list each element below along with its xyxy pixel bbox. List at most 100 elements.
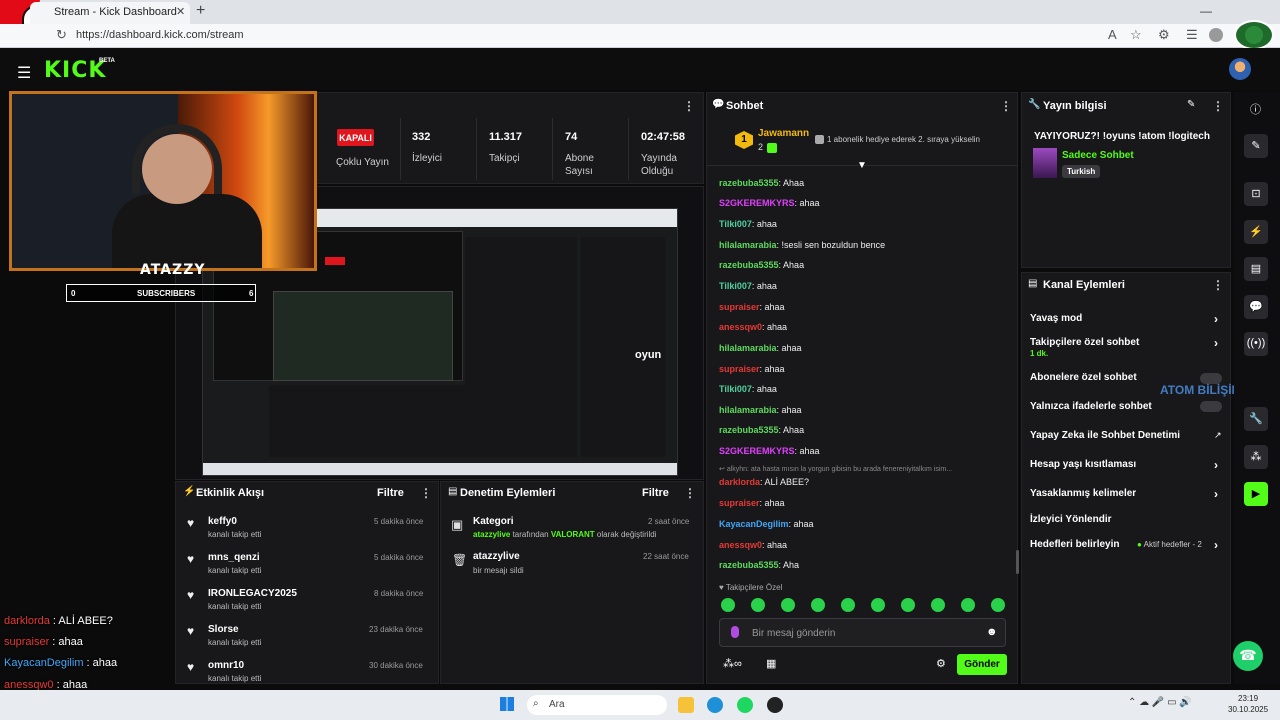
new-tab-icon[interactable]: + [196, 2, 205, 20]
files-icon[interactable] [678, 697, 694, 713]
minimize-icon[interactable]: — [1200, 4, 1212, 18]
mod-menu-icon[interactable]: ⋮ [684, 486, 696, 500]
screen-icon[interactable]: ⊡ [1244, 182, 1268, 206]
emote-icon[interactable] [901, 598, 915, 612]
chevron-right-icon[interactable]: › [1214, 538, 1218, 552]
read-aloud-icon[interactable]: A [1108, 27, 1117, 42]
info-icon[interactable]: ⓘ [1250, 101, 1261, 117]
event-name[interactable]: mns_qenzi [208, 552, 260, 563]
emote-icon[interactable] [811, 598, 825, 612]
collapse-icon[interactable]: ▼ [857, 160, 867, 171]
search-input[interactable]: Ara [527, 695, 667, 715]
edit-icon[interactable]: ✎ [1187, 99, 1195, 110]
chevron-right-icon[interactable]: › [1214, 487, 1218, 501]
chat-username[interactable]: anessqw0 [719, 322, 762, 332]
activity-filter-button[interactable]: Filtre [377, 487, 404, 499]
chat-username[interactable]: Tilki007 [719, 219, 752, 229]
channel-action-item[interactable]: Hedefleri belirleyin [1030, 539, 1119, 550]
channel-actions-menu-icon[interactable]: ⋮ [1212, 278, 1224, 292]
close-tab-icon[interactable]: ✕ [176, 5, 185, 18]
pinned-user[interactable]: Jawamann [758, 128, 809, 139]
emote-icon[interactable] [751, 598, 765, 612]
share-icon[interactable]: ⁂ [1244, 445, 1268, 469]
obs-icon[interactable] [767, 697, 783, 713]
chevron-right-icon[interactable]: › [1214, 336, 1218, 350]
menu-icon[interactable]: ☰ [17, 63, 31, 83]
chat-input[interactable]: Bir mesaj gönderin [752, 628, 835, 639]
event-name[interactable]: keffy0 [208, 516, 237, 527]
tools-icon[interactable]: 🔧 [1244, 407, 1268, 431]
chat-username[interactable]: razebuba5355 [719, 260, 779, 270]
mic-icon[interactable] [731, 626, 739, 638]
chat-username[interactable]: hilalamarabia [719, 343, 777, 353]
channel-action-item[interactable]: Yasaklanmış kelimeler [1030, 488, 1136, 499]
channel-action-item[interactable]: Yalnızca ifadelerle sohbet [1030, 401, 1152, 412]
chevron-right-icon[interactable]: › [1214, 458, 1218, 472]
chat-username[interactable]: hilalamarabia [719, 405, 777, 415]
clip-icon[interactable]: ▶ [1244, 482, 1268, 506]
collections-icon[interactable]: ☰ [1186, 27, 1198, 43]
chat-username[interactable]: razebuba5355 [719, 178, 779, 188]
support-icon[interactable]: ☎ [1233, 641, 1263, 671]
event-name[interactable]: IRONLEGACY2025 [208, 588, 297, 599]
emote-icon[interactable] [961, 598, 975, 612]
chat-username[interactable]: KayacanDegilim [719, 519, 789, 529]
stream-panel-menu-icon[interactable]: ⋮ [683, 99, 695, 113]
category-name[interactable]: Sadece Sohbet [1062, 150, 1134, 161]
emote-icon[interactable] [841, 598, 855, 612]
chat-username[interactable]: razebuba5355 [719, 560, 779, 570]
chat-username[interactable]: Tilki007 [719, 281, 752, 291]
tray-icons[interactable]: ⌃ ☁ 🎤 ▭ 🔊 [1128, 697, 1192, 708]
chat-username[interactable]: hilalamarabia [719, 240, 777, 250]
notes-icon[interactable]: ▤ [1244, 257, 1268, 281]
start-icon[interactable] [500, 697, 514, 711]
emote-icon[interactable] [871, 598, 885, 612]
mod-filter-button[interactable]: Filtre [642, 487, 669, 499]
toggle-ifadeler[interactable] [1200, 401, 1222, 412]
chat-rail-icon[interactable]: 💬 [1244, 295, 1268, 319]
channel-action-item[interactable]: Hesap yaşı kısıtlaması [1030, 459, 1136, 470]
url-field[interactable]: https://dashboard.kick.com/stream [76, 29, 244, 41]
pen-icon[interactable]: ✎ [1244, 134, 1268, 158]
store-icon[interactable]: ▦ [766, 657, 776, 670]
chat-scrollbar[interactable] [1016, 550, 1019, 574]
chat-menu-icon[interactable]: ⋮ [1000, 99, 1012, 113]
emote-icon[interactable] [991, 598, 1005, 612]
activity-menu-icon[interactable]: ⋮ [420, 486, 432, 500]
emote-icon[interactable] [931, 598, 945, 612]
send-button[interactable]: Gönder [957, 654, 1007, 675]
channel-action-item[interactable]: Abonelere özel sohbet [1030, 372, 1137, 383]
chat-username[interactable]: darklorda [719, 477, 760, 487]
chat-username[interactable]: anessqw0 [719, 540, 762, 550]
avatar[interactable] [1229, 58, 1251, 80]
kick-logo[interactable]: KICK [44, 58, 106, 83]
points-icon[interactable]: ⁂∞ [723, 657, 742, 670]
refresh-icon[interactable]: ↻ [56, 27, 67, 43]
chat-username[interactable]: S2GKEREMKYRS [719, 446, 795, 456]
chat-username[interactable]: supraiser [719, 302, 760, 312]
chat-username[interactable]: supraiser [719, 498, 760, 508]
emote-icon[interactable] [781, 598, 795, 612]
extensions-icon[interactable]: ⚙ [1158, 27, 1170, 43]
chat-username[interactable]: S2GKEREMKYRS [719, 198, 795, 208]
event-name[interactable]: Slorse [208, 624, 239, 635]
spotify-icon[interactable] [737, 697, 753, 713]
multistream-label[interactable]: Çoklu Yayın [336, 156, 389, 169]
clock[interactable]: 23:19 30.10.2025 [1228, 693, 1268, 715]
emoji-icon[interactable]: ☻ [986, 626, 998, 638]
channel-action-item[interactable]: Yapay Zeka ile Sohbet Denetimi [1030, 430, 1180, 441]
channel-action-item[interactable]: Takipçilere özel sohbet [1030, 337, 1139, 348]
chevron-right-icon[interactable]: › [1214, 312, 1218, 326]
lightning-icon[interactable]: ⚡ [1244, 220, 1268, 244]
profile-icon[interactable] [1209, 28, 1223, 42]
chat-username[interactable]: razebuba5355 [719, 425, 779, 435]
event-name[interactable]: omnr10 [208, 660, 244, 671]
favorite-star-icon[interactable]: ☆ [1130, 27, 1142, 43]
mod-user[interactable]: atazzylive [473, 530, 510, 539]
channel-action-item[interactable]: Yavaş mod [1030, 313, 1082, 324]
chat-username[interactable]: Tilki007 [719, 384, 752, 394]
chat-username[interactable]: supraiser [719, 364, 760, 374]
browser-tab[interactable]: Stream - Kick Dashboard [30, 2, 190, 24]
edge-icon[interactable] [707, 697, 723, 713]
channel-action-item[interactable]: İzleyici Yönlendir [1030, 514, 1112, 525]
